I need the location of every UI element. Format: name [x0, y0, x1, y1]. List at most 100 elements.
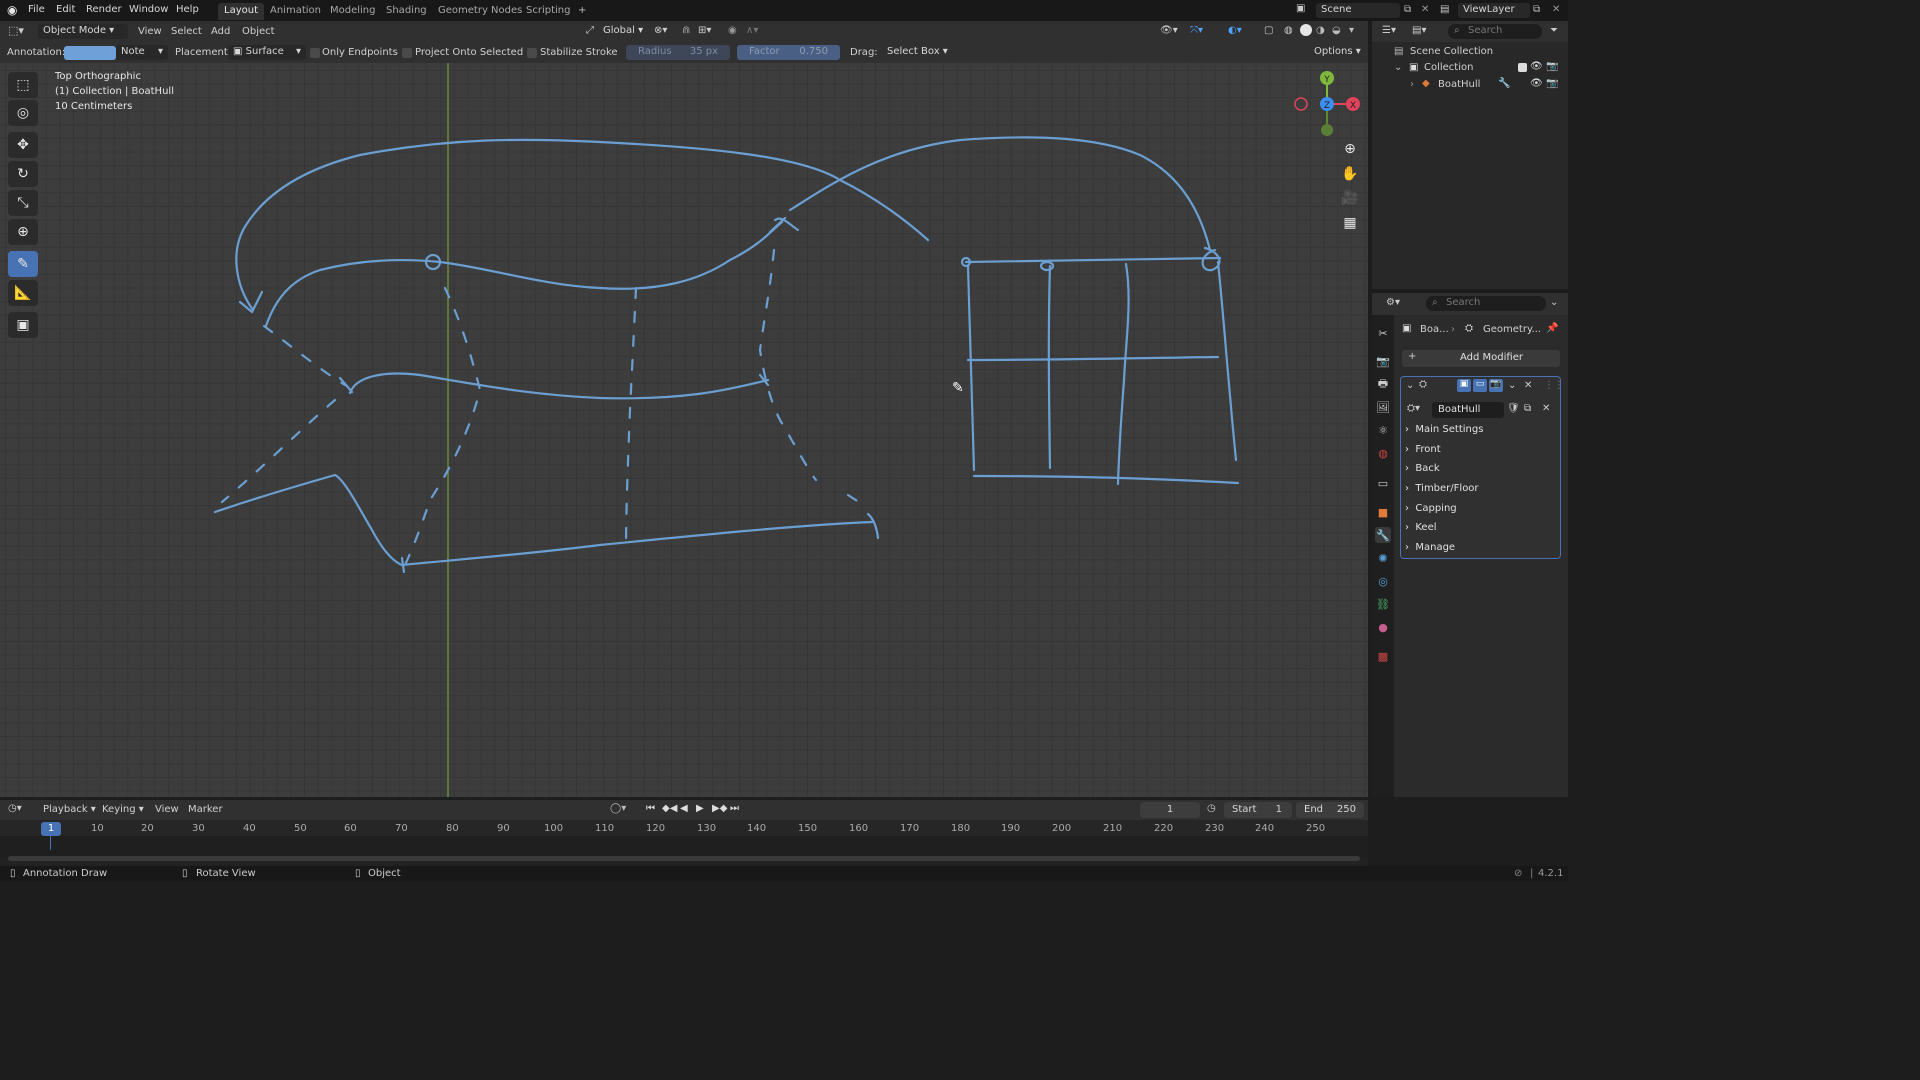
only-endpoints-checkbox[interactable] — [310, 48, 320, 58]
modifier-tab-icon[interactable]: 🔧 — [1375, 527, 1391, 543]
preview-range-icon[interactable]: ◷ — [1207, 803, 1216, 814]
delete-view-layer-icon[interactable]: ✕ — [1552, 4, 1560, 15]
outliner-scene-collection[interactable]: Scene Collection — [1410, 46, 1493, 57]
scene-selector-icon[interactable]: ▣ — [1296, 3, 1314, 18]
factor-slider[interactable]: Factor 0.750 — [737, 45, 840, 60]
render-tab-icon[interactable]: 📷 — [1375, 353, 1391, 369]
boathull-modifier-icon[interactable]: 🔧 — [1498, 78, 1510, 89]
modifier-menu-icon[interactable]: ⌄ — [1508, 380, 1516, 391]
timeline-menu-marker[interactable]: Marker — [188, 804, 223, 815]
panel-timber-floor[interactable]: › Timber/Floor — [1405, 483, 1559, 502]
project-onto-selected-checkbox[interactable] — [402, 48, 412, 58]
drag-handle-icon[interactable]: ⋮⋮ — [1544, 380, 1564, 391]
solid-shading-icon[interactable] — [1300, 24, 1312, 36]
radius-slider[interactable]: Radius 35 px — [626, 45, 730, 60]
node-group-icon[interactable]: ⛭▾ — [1407, 403, 1420, 414]
collection-checkbox[interactable] — [1518, 63, 1527, 72]
scale-tool[interactable]: ⤡ — [8, 190, 38, 216]
wireframe-shading-icon[interactable]: ◍ — [1284, 25, 1293, 36]
workspace-tab-modeling[interactable]: Modeling — [324, 3, 382, 20]
add-workspace-button[interactable]: + — [572, 3, 592, 20]
node-group-field[interactable]: BoatHull — [1432, 402, 1504, 418]
viewport-toggle-icon[interactable]: ▭ — [1473, 379, 1487, 392]
menu-edit[interactable]: Edit — [56, 4, 75, 15]
properties-editor-icon[interactable]: ⚙▾ — [1386, 297, 1400, 308]
boathull-eye-icon[interactable]: 👁 — [1530, 78, 1543, 89]
gizmo-toggle-icon[interactable]: ⤧▾ — [1190, 25, 1203, 36]
viewport-menu-view[interactable]: View — [138, 26, 162, 37]
constraints-tab-icon[interactable]: ⛓ — [1375, 596, 1391, 612]
viewport-menu-select[interactable]: Select — [171, 26, 202, 37]
edit-mode-toggle-icon[interactable]: ▣ — [1457, 379, 1471, 392]
annotation-layer-selector[interactable]: Note ▾ — [116, 45, 168, 60]
annotate-tool[interactable]: ✎ — [8, 251, 38, 277]
tool-tab-icon[interactable]: ✂ — [1375, 325, 1391, 341]
world-tab-icon[interactable]: ◍ — [1375, 445, 1391, 461]
editor-type-icon[interactable]: ⬚▾ — [8, 24, 24, 37]
collection-tab-icon[interactable]: ▭ — [1375, 475, 1391, 491]
material-tab-icon[interactable]: ● — [1375, 619, 1391, 635]
visibility-icon[interactable]: 👁▾ — [1160, 25, 1178, 36]
outliner-collection[interactable]: Collection — [1424, 62, 1473, 73]
snap-target-icon[interactable]: ⊞▾ — [698, 25, 711, 36]
physics-tab-icon[interactable]: ◎ — [1375, 573, 1391, 589]
new-view-layer-icon[interactable]: ⧉ — [1533, 4, 1540, 15]
measure-tool[interactable]: 📐 — [8, 280, 38, 306]
current-frame-field[interactable]: 1 — [1140, 802, 1200, 818]
scene-selector[interactable]: Scene — [1316, 3, 1400, 18]
view-layer-selector[interactable]: ViewLayer — [1458, 3, 1530, 18]
outliner-display-mode-icon[interactable]: ▤▾ — [1412, 25, 1426, 36]
menu-help[interactable]: Help — [176, 4, 199, 15]
object-tab-icon[interactable]: ■ — [1375, 504, 1391, 520]
timeline-track-area[interactable] — [0, 836, 1368, 858]
falloff-icon[interactable]: ∧▾ — [746, 25, 758, 36]
properties-search[interactable]: ⌕ Search — [1426, 296, 1546, 311]
cursor-tool[interactable]: ◎ — [8, 100, 38, 126]
zoom-icon[interactable]: ⊕ — [1338, 138, 1362, 160]
navigation-gizmo[interactable]: Y X Z — [1290, 68, 1360, 140]
panel-keel[interactable]: › Keel — [1405, 522, 1559, 541]
timeline-menu-keying[interactable]: Keying ▾ — [102, 804, 144, 815]
menu-window[interactable]: Window — [129, 4, 168, 15]
auto-keying-icon[interactable]: ◯▾ — [610, 803, 626, 814]
menu-file[interactable]: File — [28, 4, 45, 15]
workspace-tab-shading[interactable]: Shading — [380, 3, 433, 20]
rendered-shading-icon[interactable]: ◒ — [1332, 25, 1341, 36]
collection-camera-icon[interactable]: 📷 — [1546, 61, 1558, 72]
properties-options-icon[interactable]: ⌄ — [1550, 297, 1558, 308]
workspace-tab-scripting[interactable]: Scripting — [520, 3, 576, 20]
panel-manage[interactable]: › Manage — [1405, 542, 1559, 561]
rotate-tool[interactable]: ↻ — [8, 161, 38, 187]
collapse-modifier-icon[interactable]: ⌄ — [1406, 380, 1414, 391]
collection-eye-icon[interactable]: 👁 — [1530, 61, 1543, 72]
playhead[interactable]: 1 — [41, 822, 61, 836]
panel-capping[interactable]: › Capping — [1405, 503, 1559, 522]
proportional-edit-icon[interactable]: ◉ — [728, 25, 737, 36]
boathull-camera-icon[interactable]: 📷 — [1546, 78, 1558, 89]
start-frame-field[interactable]: Start 1 — [1224, 802, 1292, 818]
outliner-boathull[interactable]: BoatHull — [1438, 79, 1480, 90]
pin-icon[interactable]: 📌 — [1546, 323, 1558, 334]
transform-orientation-selector[interactable]: Global ▾ — [598, 24, 646, 39]
blender-logo-icon[interactable]: ◉ — [7, 3, 21, 17]
expand-boathull-icon[interactable]: › — [1410, 79, 1414, 90]
jump-start-icon[interactable]: ⏮ — [646, 803, 655, 814]
delete-scene-icon[interactable]: ✕ — [1421, 4, 1429, 15]
transform-tool[interactable]: ⊕ — [8, 219, 38, 245]
fake-user-icon[interactable]: 🛡 — [1507, 403, 1520, 414]
workspace-tab-geometry-nodes[interactable]: Geometry Nodes — [432, 3, 528, 20]
filter-icon[interactable]: ⏷ — [1550, 25, 1558, 36]
outliner-editor-icon[interactable]: ☰▾ — [1382, 25, 1396, 36]
expand-collection-icon[interactable]: ⌄ — [1394, 62, 1402, 73]
select-box-tool[interactable]: ⬚ — [8, 72, 38, 98]
jump-end-icon[interactable]: ⏭ — [730, 803, 739, 814]
timeline-scrollbar[interactable] — [8, 856, 1360, 861]
drag-selector[interactable]: Select Box ▾ — [882, 45, 948, 60]
xray-toggle-icon[interactable]: ▢ — [1264, 25, 1273, 36]
workspace-tab-layout[interactable]: Layout — [218, 3, 264, 20]
move-tool[interactable]: ✥ — [8, 132, 38, 158]
add-cube-tool[interactable]: ▣ — [8, 312, 38, 338]
panel-main-settings[interactable]: › Main Settings — [1405, 424, 1559, 443]
camera-view-icon[interactable]: 🎥 — [1338, 187, 1362, 209]
output-tab-icon[interactable]: 🖶 — [1375, 376, 1391, 392]
